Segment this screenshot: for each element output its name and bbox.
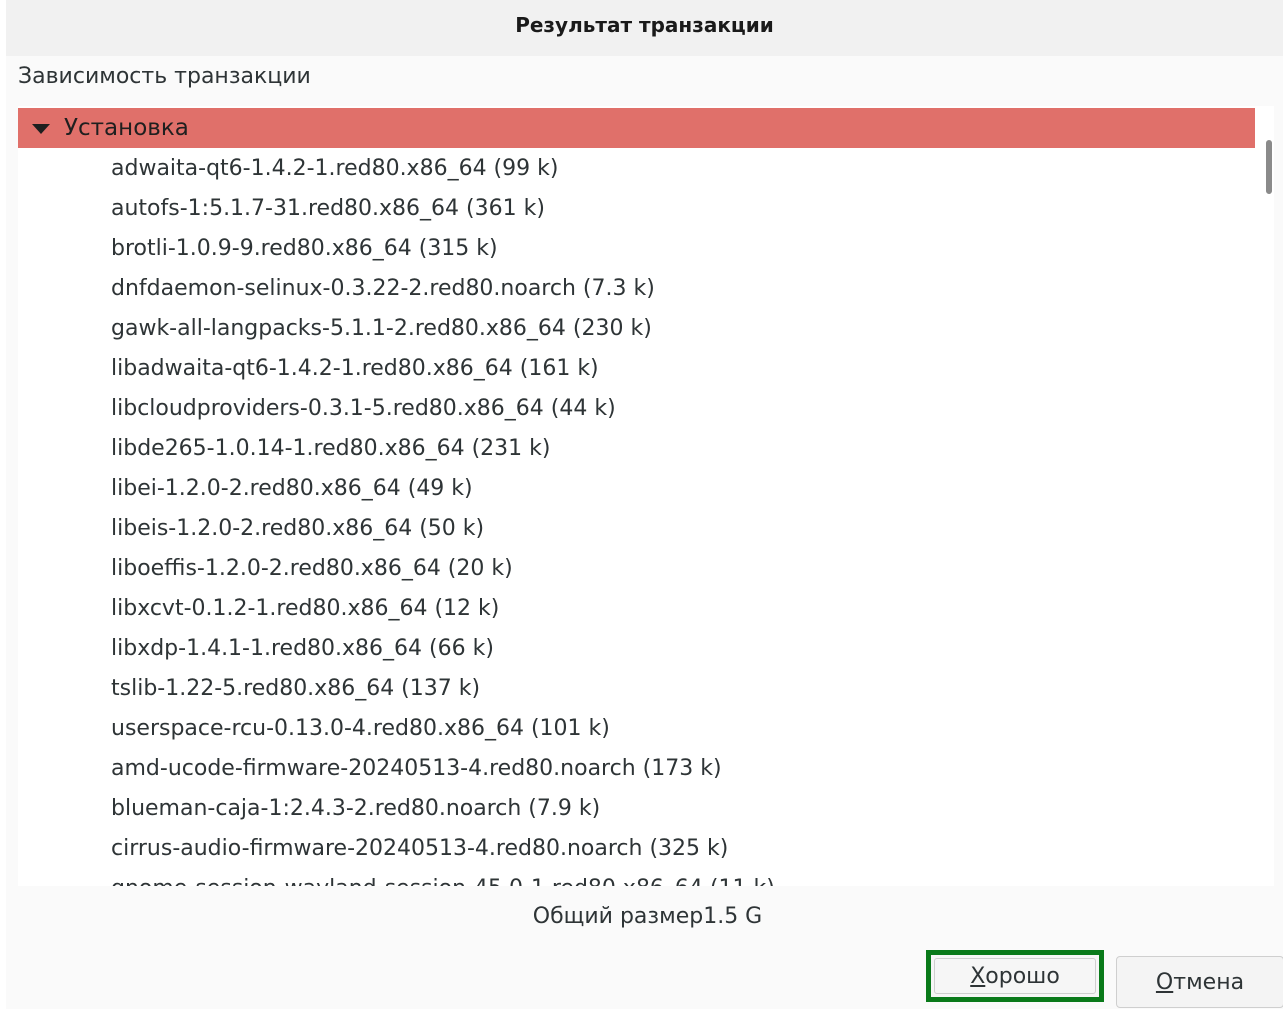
package-row[interactable]: blueman-caja-1:2.4.3-2.red80.noarch (7.9… xyxy=(18,788,1255,828)
package-row[interactable]: liboeffis-1.2.0-2.red80.x86_64 (20 k) xyxy=(18,548,1255,588)
group-header-install[interactable]: Установка xyxy=(18,108,1255,148)
cancel-button[interactable]: Отмена xyxy=(1116,956,1283,1008)
transaction-result-dialog: Результат транзакции Зависимость транзак… xyxy=(0,0,1283,1009)
package-row[interactable]: libde265-1.0.14-1.red80.x86_64 (231 k) xyxy=(18,428,1255,468)
package-list: adwaita-qt6-1.4.2-1.red80.x86_64 (99 k) a… xyxy=(18,148,1255,887)
section-label: Зависимость транзакции xyxy=(18,64,311,89)
package-row[interactable]: cirrus-audio-firmware-20240513-4.red80.n… xyxy=(18,828,1255,868)
total-size: Общий размер1.5 G xyxy=(532,904,763,929)
package-row[interactable]: libadwaita-qt6-1.4.2-1.red80.x86_64 (161… xyxy=(18,348,1255,388)
package-row[interactable]: gawk-all-langpacks-5.1.1-2.red80.x86_64 … xyxy=(18,308,1255,348)
vertical-scrollbar[interactable] xyxy=(1264,140,1274,886)
button-bar: Хорошо Отмена xyxy=(6,950,1283,1009)
package-row[interactable]: amd-ucode-firmware-20240513-4.red80.noar… xyxy=(18,748,1255,788)
package-row[interactable]: libei-1.2.0-2.red80.x86_64 (49 k) xyxy=(18,468,1255,508)
group-label: Установка xyxy=(64,115,189,141)
package-row[interactable]: brotli-1.0.9-9.red80.x86_64 (315 k) xyxy=(18,228,1255,268)
package-row[interactable]: userspace-rcu-0.13.0-4.red80.x86_64 (101… xyxy=(18,708,1255,748)
dialog-title: Результат транзакции xyxy=(515,13,774,37)
package-row[interactable]: autofs-1:5.1.7-31.red80.x86_64 (361 k) xyxy=(18,188,1255,228)
scrollbar-thumb[interactable] xyxy=(1266,140,1272,194)
package-row[interactable]: libeis-1.2.0-2.red80.x86_64 (50 k) xyxy=(18,508,1255,548)
ok-button-label: Хорошо xyxy=(970,963,1060,989)
package-row[interactable]: libcloudproviders-0.3.1-5.red80.x86_64 (… xyxy=(18,388,1255,428)
dependency-tree[interactable]: Установка adwaita-qt6-1.4.2-1.red80.x86_… xyxy=(18,106,1274,886)
package-row[interactable]: libxcvt-0.1.2-1.red80.x86_64 (12 k) xyxy=(18,588,1255,628)
package-row[interactable]: adwaita-qt6-1.4.2-1.red80.x86_64 (99 k) xyxy=(18,148,1255,188)
cancel-button-label: Отмена xyxy=(1155,969,1245,995)
package-row[interactable]: dnfdaemon-selinux-0.3.22-2.red80.noarch … xyxy=(18,268,1255,308)
package-row[interactable]: gnome-session-wayland-session-45.0-1.red… xyxy=(18,868,1255,887)
dialog-titlebar[interactable]: Результат транзакции xyxy=(6,0,1283,56)
package-row[interactable]: libxdp-1.4.1-1.red80.x86_64 (66 k) xyxy=(18,628,1255,668)
package-row[interactable]: tslib-1.22-5.red80.x86_64 (137 k) xyxy=(18,668,1255,708)
ok-button[interactable]: Хорошо xyxy=(926,950,1104,1002)
expand-arrow-icon[interactable] xyxy=(32,124,50,134)
